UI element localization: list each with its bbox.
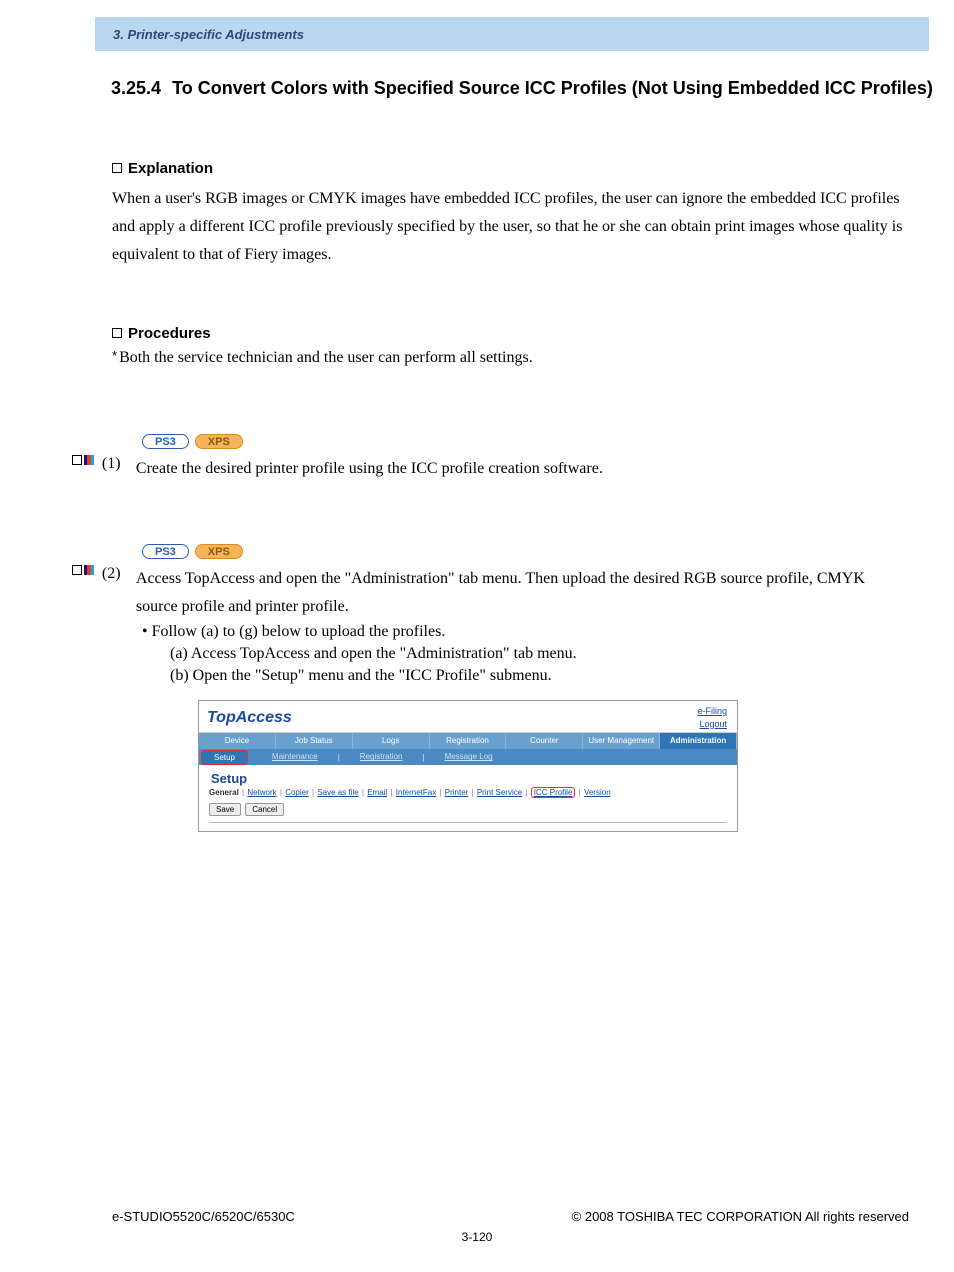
ps3-badge: PS3 <box>142 544 189 559</box>
subtab-message-log[interactable]: Message Log <box>427 749 511 765</box>
footer-copyright: © 2008 TOSHIBA TEC CORPORATION All right… <box>572 1209 909 1224</box>
efiling-link[interactable]: e-Filing <box>697 705 727 718</box>
subnav-print-service[interactable]: Print Service <box>477 788 522 797</box>
subnav-network[interactable]: Network <box>247 788 276 797</box>
primary-tabs: Device Job Status Logs Registration Coun… <box>199 733 737 749</box>
asterisk-icon: * <box>112 348 117 363</box>
logout-link[interactable]: Logout <box>697 718 727 731</box>
xps-badge: XPS <box>195 544 243 559</box>
color-bars-icon <box>72 455 94 465</box>
topaccess-logo: TopAccess <box>207 709 292 727</box>
subnav-version[interactable]: Version <box>584 788 611 797</box>
subnav-save-as-file[interactable]: Save as file <box>317 788 358 797</box>
square-bullet-icon <box>112 328 122 338</box>
subnav-general[interactable]: General <box>209 788 239 797</box>
tab-administration[interactable]: Administration <box>660 733 737 749</box>
secondary-tabs: Setup Maintenance | Registration | Messa… <box>199 749 737 765</box>
tab-counter[interactable]: Counter <box>506 733 583 749</box>
topaccess-header-links: e-Filing Logout <box>697 705 727 730</box>
subnav-printer[interactable]: Printer <box>445 788 469 797</box>
subnav-internetfax[interactable]: InternetFax <box>396 788 436 797</box>
step-2-bullet: • Follow (a) to (g) below to upload the … <box>142 623 909 641</box>
explanation-heading: Explanation <box>112 160 909 177</box>
step-1-number: (1) <box>102 455 128 473</box>
topaccess-screenshot: TopAccess e-Filing Logout Device Job Sta… <box>198 700 738 832</box>
step-1-badges: PS3 XPS <box>142 434 909 449</box>
step-1-text: Create the desired printer profile using… <box>136 455 603 483</box>
explanation-block: Explanation When a user's RGB images or … <box>112 160 909 269</box>
xps-badge: XPS <box>195 434 243 449</box>
subnav-email[interactable]: Email <box>367 788 387 797</box>
square-bullet-icon <box>112 163 122 173</box>
step-2-text: Access TopAccess and open the "Administr… <box>136 565 909 621</box>
setup-subnav: General | Network | Copier | Save as fil… <box>209 788 727 797</box>
section-title-text: To Convert Colors with Specified Source … <box>172 78 933 98</box>
color-bars-icon <box>72 565 94 575</box>
subtab-setup[interactable]: Setup <box>201 750 248 765</box>
footer-model: e-STUDIO5520C/6520C/6530C <box>112 1209 295 1224</box>
page-number: 3-120 <box>0 1230 954 1244</box>
procedures-block: Procedures *Both the service technician … <box>112 325 909 367</box>
cancel-button[interactable]: Cancel <box>245 803 284 816</box>
chapter-breadcrumb: 3. Printer-specific Adjustments <box>113 27 304 42</box>
subnav-copier[interactable]: Copier <box>285 788 309 797</box>
explanation-body: When a user's RGB images or CMYK images … <box>112 185 909 269</box>
step-2-badges: PS3 XPS <box>142 544 909 559</box>
step-1: PS3 XPS (1) Create the desired printer p… <box>72 434 909 483</box>
tab-logs[interactable]: Logs <box>353 733 430 749</box>
tab-registration[interactable]: Registration <box>430 733 507 749</box>
tab-user-management[interactable]: User Management <box>583 733 660 749</box>
chapter-header: 3. Printer-specific Adjustments <box>95 17 929 51</box>
section-number: 3.25.4 <box>111 78 161 98</box>
setup-heading: Setup <box>211 771 727 786</box>
tab-device[interactable]: Device <box>199 733 276 749</box>
procedures-note: *Both the service technician and the use… <box>112 348 909 367</box>
ps3-badge: PS3 <box>142 434 189 449</box>
save-button[interactable]: Save <box>209 803 241 816</box>
subtab-registration[interactable]: Registration <box>342 749 421 765</box>
page-footer: e-STUDIO5520C/6520C/6530C © 2008 TOSHIBA… <box>112 1209 909 1224</box>
procedures-heading: Procedures <box>112 325 909 342</box>
step-2b: (b) Open the "Setup" menu and the "ICC P… <box>170 667 909 685</box>
step-2a: (a) Access TopAccess and open the "Admin… <box>170 645 909 663</box>
section-title: 3.25.4 To Convert Colors with Specified … <box>111 78 933 99</box>
subtab-maintenance[interactable]: Maintenance <box>254 749 336 765</box>
step-2: PS3 XPS (2) Access TopAccess and open th… <box>72 544 909 685</box>
tab-job-status[interactable]: Job Status <box>276 733 353 749</box>
subnav-icc-profile[interactable]: ICC Profile <box>531 787 576 798</box>
step-2-number: (2) <box>102 565 128 583</box>
